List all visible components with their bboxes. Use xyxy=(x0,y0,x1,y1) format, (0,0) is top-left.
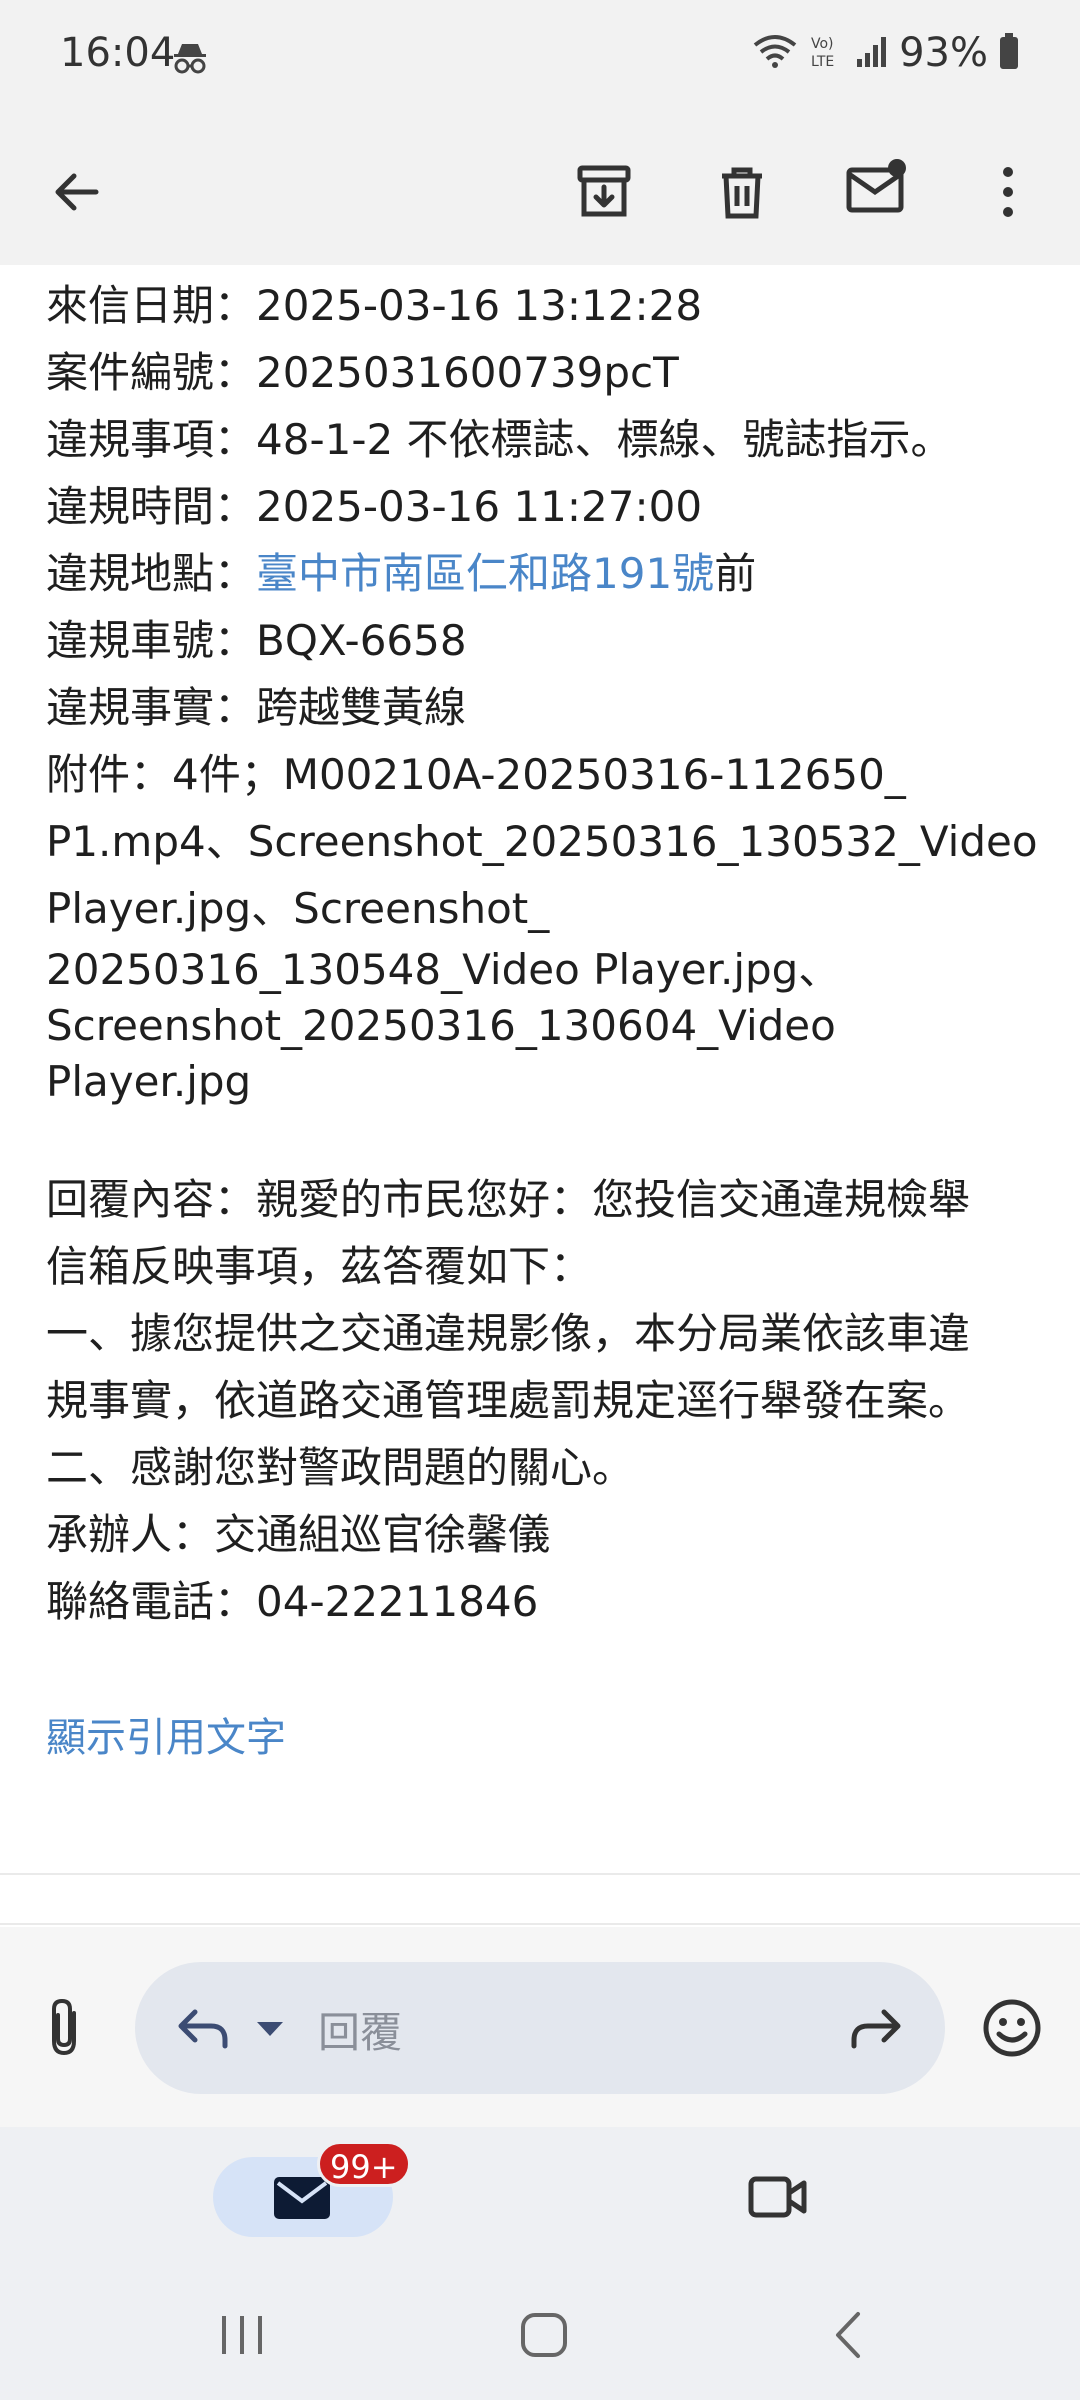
case-number: 案件編號：2025031600739pcT xyxy=(46,348,679,397)
reply-content-line: 一、據您提供之交通違規影像，本分局業依該車違 xyxy=(46,1309,971,1358)
battery-icon xyxy=(998,31,1020,75)
violation-time: 違規時間：2025-03-16 11:27:00 xyxy=(46,482,703,531)
email-body: 來信日期：2025-03-16 13:12:28 案件編號：2025031600… xyxy=(46,272,1046,1635)
more-vert-icon[interactable] xyxy=(976,160,1040,224)
back-arrow-icon[interactable] xyxy=(44,160,108,224)
status-time: 16:04 xyxy=(60,30,176,76)
attachments-line: 附件：4件；M00210A-20250316-112650_ xyxy=(46,750,906,799)
bottom-navigation: 99+ xyxy=(0,2127,1080,2400)
reply-bar: 回覆 xyxy=(0,1927,1080,2127)
location-link[interactable]: 臺中市南區仁和路191號 xyxy=(256,549,714,598)
attachments-line: 20250316_130548_Video Player.jpg、 xyxy=(46,945,841,994)
home-icon[interactable] xyxy=(518,2310,570,2364)
video-call-icon[interactable] xyxy=(748,2173,808,2225)
plate-number: 違規車號：BQX-6658 xyxy=(46,616,467,665)
recent-apps-icon[interactable] xyxy=(218,2312,268,2362)
mark-unread-icon[interactable] xyxy=(845,156,909,220)
forward-icon[interactable] xyxy=(848,2002,904,2058)
violation-fact: 違規事實：跨越雙黃線 xyxy=(46,683,467,732)
mail-icon[interactable] xyxy=(272,2175,332,2225)
show-quoted-text-link[interactable]: 顯示引用文字 xyxy=(46,1705,286,1763)
status-bar: 16:04 Vo) LTE 93% xyxy=(0,0,1080,120)
attachments-line: Player.jpg、Screenshot_ xyxy=(46,884,550,933)
contact-phone[interactable]: 聯絡電話：04-22211846 xyxy=(46,1568,1046,1635)
attach-icon[interactable] xyxy=(40,1995,88,2063)
reply-content-line: 回覆內容：親愛的市民您好：您投信交通違規檢舉 xyxy=(46,1175,971,1224)
unread-badge: 99+ xyxy=(317,2141,411,2187)
archive-icon[interactable] xyxy=(572,160,636,224)
violation-location: 違規地點：臺中市南區仁和路191號前 xyxy=(46,540,1046,607)
battery-percent: 93% xyxy=(899,30,988,76)
trash-icon[interactable] xyxy=(710,160,774,224)
volte-icon: Vo) LTE xyxy=(809,31,845,75)
location-suffix: 前 xyxy=(714,549,757,598)
location-label: 違規地點： xyxy=(46,549,257,598)
email-toolbar xyxy=(0,120,1080,265)
reply-placeholder[interactable]: 回覆 xyxy=(318,1999,402,2060)
system-back-icon[interactable] xyxy=(828,2310,868,2364)
attachments: 附件：4件；M00210A-20250316-112650_ P1.mp4、Sc… xyxy=(46,741,1046,1110)
incognito-icon xyxy=(170,38,210,78)
reply-content-line: 信箱反映事項，茲答覆如下： xyxy=(46,1242,593,1291)
reply-content-line: 規事實，依道路交通管理處罰規定逕行舉發在案。 xyxy=(46,1376,971,1425)
signal-icon xyxy=(855,31,889,75)
emoji-icon[interactable] xyxy=(982,1998,1042,2062)
attachments-line: Screenshot_20250316_130604_Video xyxy=(46,1001,836,1050)
svg-text:LTE: LTE xyxy=(811,54,834,70)
received-date: 來信日期：2025-03-16 13:12:28 xyxy=(46,281,703,330)
attachments-line: Player.jpg xyxy=(46,1057,252,1106)
divider xyxy=(0,1923,1080,1925)
reply-content-line: 二、感謝您對警政問題的關心。 xyxy=(46,1443,635,1492)
violation-item: 違規事項：48-1-2 不依標誌、標線、號誌指示。 xyxy=(46,415,953,464)
attachments-line: P1.mp4、Screenshot_20250316_130532_Video xyxy=(46,817,1038,866)
svg-text:Vo): Vo) xyxy=(811,36,834,52)
divider xyxy=(0,1873,1080,1875)
reply-icon[interactable] xyxy=(175,2000,231,2060)
handler: 承辦人：交通組巡官徐馨儀 xyxy=(46,1510,551,1559)
chevron-down-icon[interactable] xyxy=(255,2020,285,2044)
wifi-icon xyxy=(751,31,799,75)
